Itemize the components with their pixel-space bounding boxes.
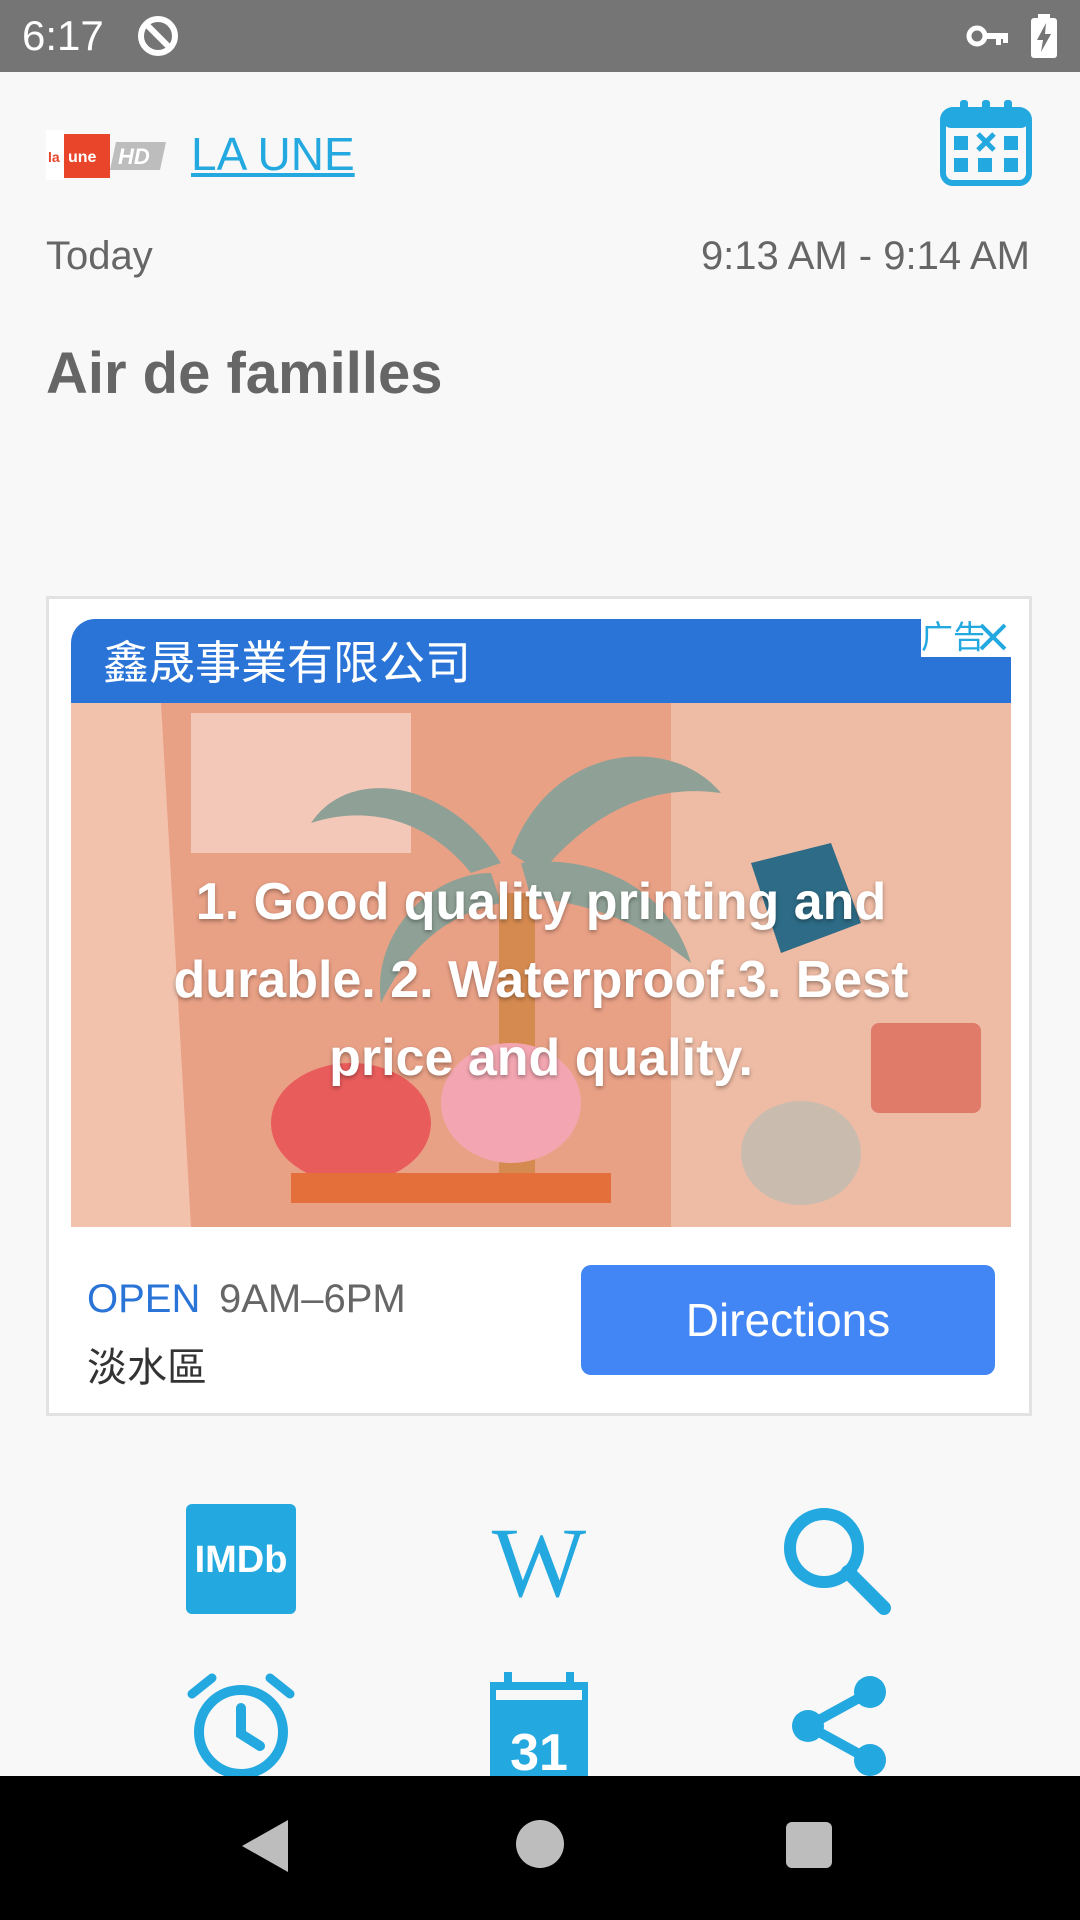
date-label: Today (46, 234, 153, 278)
ad-content[interactable]: 1. Good quality printing and durable. 2.… (71, 617, 1013, 1227)
svg-text:une: une (68, 149, 97, 166)
business-hours: 9AM–6PM (219, 1277, 406, 1321)
vpn-key-icon (966, 25, 1008, 47)
back-icon[interactable] (240, 1818, 290, 1874)
program-detail: la une HD LA UNE Today 9:13 AM - 9:14 AM… (0, 72, 1080, 1776)
calendar-day: 31 (510, 1724, 568, 1776)
ad-footer: OPEN 9AM–6PM 淡水區 Directions (49, 1225, 1035, 1419)
ad-media-caption: 1. Good quality printing and durable. 2.… (173, 873, 909, 1087)
status-bar: 6:17 (0, 0, 1080, 72)
wikipedia-icon[interactable]: W (484, 1512, 594, 1608)
navigation-bar (0, 1776, 1080, 1920)
time-range: 9:13 AM - 9:14 AM (700, 234, 1030, 278)
battery-charging-icon (1031, 14, 1057, 58)
search-icon[interactable] (780, 1504, 892, 1616)
status-time: 6:17 (22, 12, 104, 59)
calendar-remove-icon[interactable] (940, 98, 1032, 186)
channel-link[interactable]: LA UNE (191, 126, 355, 182)
ad-media[interactable]: 1. Good quality printing and durable. 2.… (71, 703, 1011, 1227)
open-status: OPEN (87, 1277, 201, 1321)
program-title: Air de familles (46, 341, 443, 406)
svg-text:W: W (492, 1512, 587, 1608)
ad-header[interactable]: 鑫晟事業有限公司 (71, 619, 1011, 703)
share-icon[interactable] (786, 1672, 892, 1776)
sync-disabled-icon (138, 16, 178, 56)
business-district: 淡水區 (87, 1345, 207, 1391)
directions-button[interactable]: Directions (581, 1265, 995, 1375)
ad-card[interactable]: 1. Good quality printing and durable. 2.… (46, 596, 1032, 1416)
home-icon[interactable] (516, 1820, 564, 1868)
ad-advertiser-name: 鑫晟事業有限公司 (103, 636, 471, 690)
calendar-31-icon[interactable]: 31 (490, 1672, 588, 1776)
channel-logo: la une HD (46, 130, 166, 180)
imdb-icon[interactable]: IMDb (186, 1504, 296, 1614)
recents-icon[interactable] (786, 1822, 832, 1868)
close-icon[interactable] (973, 617, 1013, 657)
alarm-icon[interactable] (186, 1672, 296, 1776)
svg-text:la: la (48, 149, 60, 165)
svg-text:HD: HD (118, 144, 150, 169)
imdb-label: IMDb (195, 1539, 288, 1581)
